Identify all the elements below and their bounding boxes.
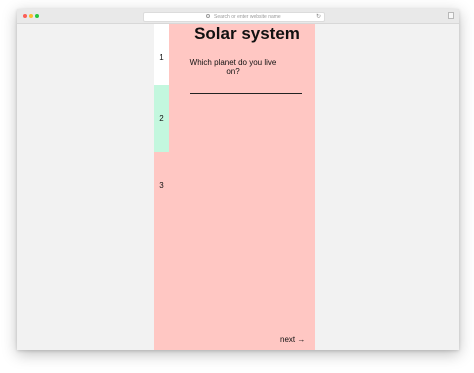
step-3-label: 3 [159, 181, 164, 190]
step-3[interactable]: 3 [154, 152, 169, 219]
share-icon[interactable] [448, 12, 454, 19]
address-bar[interactable]: Search or enter website name ↻ [143, 12, 325, 22]
search-icon [206, 14, 210, 18]
step-1-label: 1 [159, 53, 164, 62]
reload-icon[interactable]: ↻ [316, 14, 321, 20]
quiz-panel: 1 2 3 Solar system Which planet do you l… [154, 24, 315, 350]
step-2[interactable]: 2 [154, 85, 169, 152]
minimize-window-button[interactable] [29, 14, 33, 18]
page-content: 1 2 3 Solar system Which planet do you l… [17, 24, 459, 350]
question-text: Which planet do you live on? [189, 58, 277, 76]
close-window-button[interactable] [23, 14, 27, 18]
quiz-title: Solar system [194, 24, 300, 43]
step-2-label: 2 [159, 114, 164, 123]
step-1[interactable]: 1 [154, 24, 169, 91]
address-placeholder: Search or enter website name [214, 14, 281, 20]
next-button[interactable]: next → [280, 335, 305, 345]
browser-titlebar: Search or enter website name ↻ [17, 9, 459, 24]
maximize-window-button[interactable] [35, 14, 39, 18]
browser-window: Search or enter website name ↻ 1 2 3 Sol… [17, 9, 459, 350]
answer-input[interactable] [190, 84, 302, 94]
